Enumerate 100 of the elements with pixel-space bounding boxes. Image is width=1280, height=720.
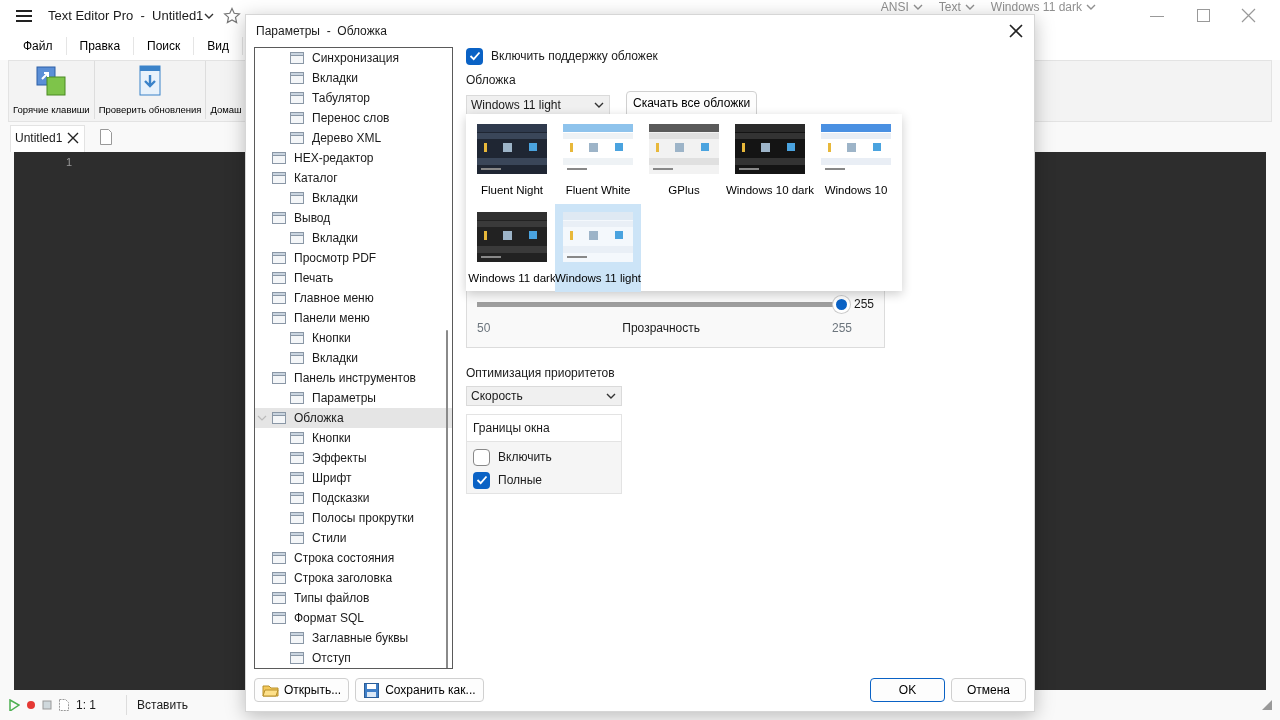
tree-item[interactable]: Каталог xyxy=(255,168,452,189)
tree-item[interactable]: Вкладки xyxy=(255,68,452,89)
dialog-button[interactable]: Сохранить как... xyxy=(355,678,484,703)
slider-value: 255 xyxy=(853,298,874,312)
checkbox[interactable] xyxy=(473,448,490,466)
window-icon xyxy=(271,290,287,307)
skin-option[interactable]: Windows 11 light xyxy=(555,204,641,293)
tree-item[interactable]: Вкладки xyxy=(255,348,452,369)
menu-icon[interactable] xyxy=(16,9,32,23)
tree-item[interactable]: HEX-редактор xyxy=(255,148,452,169)
tree-item[interactable]: Просмотр PDF xyxy=(255,248,452,269)
tree-item[interactable]: Вкладки xyxy=(255,228,452,249)
window-icon xyxy=(289,90,305,107)
window-icon xyxy=(289,350,305,367)
skin-option[interactable]: Fluent Night xyxy=(469,116,555,205)
window-icon xyxy=(289,190,305,207)
skin-option[interactable]: GPlus xyxy=(641,116,727,205)
resize-grip-icon xyxy=(1262,700,1272,710)
tree-item[interactable]: Вкладки xyxy=(255,188,452,209)
skin-option[interactable]: Windows 11 dark xyxy=(469,204,555,293)
tree-item[interactable]: Эффекты xyxy=(255,448,452,469)
ribbon-button[interactable]: Проверить обновления xyxy=(94,61,207,119)
tree-item[interactable]: Формат SQL xyxy=(255,608,452,629)
menu-item[interactable]: Правка xyxy=(66,37,135,55)
window-icon xyxy=(289,110,305,127)
tree-item[interactable]: Печать xyxy=(255,268,452,289)
window-icon xyxy=(271,250,287,267)
tree-item[interactable]: Вывод xyxy=(255,208,452,229)
save-icon xyxy=(363,681,381,699)
ribbon-button[interactable]: Горячие клавиши xyxy=(9,61,95,119)
skin-dropdown-menu[interactable]: Fluent Night Fluent White GPlus Windows 10 dark Windows 10 Windows 11 darkWindows 11 light xyxy=(466,114,902,292)
window-icon xyxy=(289,470,305,487)
tree-item[interactable]: Главное меню xyxy=(255,288,452,309)
chevron-icon[interactable] xyxy=(203,11,216,21)
tree-item[interactable]: Обложка xyxy=(255,408,452,429)
tree-item[interactable]: Отступ xyxy=(255,648,452,669)
scrollbar-thumb[interactable] xyxy=(446,330,448,669)
editor-tab[interactable]: Untitled1 xyxy=(10,125,86,152)
window-icon xyxy=(289,430,305,447)
slider-max: 255 xyxy=(831,320,852,338)
tree-item[interactable]: Кнопки xyxy=(255,428,452,449)
tree-item[interactable]: Стили xyxy=(255,528,452,549)
checkbox[interactable] xyxy=(473,471,490,489)
record-icon[interactable] xyxy=(26,700,36,710)
tree-item[interactable]: Панель инструментов xyxy=(255,368,452,389)
tree-item[interactable]: Строка состояния xyxy=(255,548,452,569)
window-icon xyxy=(271,590,287,607)
window-icon xyxy=(271,150,287,167)
close-icon[interactable] xyxy=(1008,23,1024,40)
tree-item[interactable]: Синхронизация xyxy=(255,48,452,69)
skin-option[interactable]: Fluent White xyxy=(555,116,641,205)
skin-option[interactable]: Windows 10 dark xyxy=(727,116,813,205)
menu-item[interactable]: Вид xyxy=(194,37,244,55)
tree-item[interactable]: Дерево XML xyxy=(255,128,452,149)
tree-item[interactable]: Параметры xyxy=(255,388,452,409)
menu-item[interactable]: Файл xyxy=(10,37,67,55)
chevron-icon xyxy=(912,2,923,11)
tree-item[interactable]: Шрифт xyxy=(255,468,452,489)
window-icon xyxy=(289,50,305,67)
tree-item[interactable]: Перенос слов xyxy=(255,108,452,129)
window-icon xyxy=(271,210,287,227)
tree-item[interactable]: Полосы прокрутки xyxy=(255,508,452,529)
dialog-button[interactable]: Открыть... xyxy=(254,678,350,703)
field-label: Обложка xyxy=(466,72,516,90)
tree-item[interactable]: Кнопки xyxy=(255,328,452,349)
new-tab-icon[interactable] xyxy=(99,128,114,146)
checkmark-icon xyxy=(468,51,481,62)
checkbox[interactable] xyxy=(466,47,483,65)
dialog-button[interactable]: OK xyxy=(870,678,945,703)
priority-select[interactable]: Скорость xyxy=(466,386,622,407)
dialog-title: Параметры - Обложка xyxy=(256,23,387,41)
dialog-button[interactable]: Отмена xyxy=(951,678,1026,703)
window-icon xyxy=(289,390,305,407)
tree-item[interactable]: Заглавные буквы xyxy=(255,628,452,649)
play-icon[interactable] xyxy=(8,699,20,711)
window-icon xyxy=(289,510,305,527)
tree-item[interactable]: Панели меню xyxy=(255,308,452,329)
skin-option[interactable]: Windows 10 xyxy=(813,116,899,205)
download-button[interactable]: Скачать все обложки xyxy=(626,91,758,116)
line-number: 1 xyxy=(64,155,72,170)
hotkeys-icon xyxy=(35,65,68,97)
menu-item[interactable]: Поиск xyxy=(134,37,195,55)
close-icon[interactable] xyxy=(66,131,81,145)
cursor-position: 1: 1 xyxy=(76,697,96,714)
tree-item[interactable]: Строка заголовка xyxy=(255,568,452,589)
tree-item[interactable]: Табулятор xyxy=(255,88,452,109)
window-icon xyxy=(289,630,305,647)
window-icon xyxy=(271,550,287,567)
checkmark-icon xyxy=(475,475,488,486)
window-icon xyxy=(271,310,287,327)
page-icon xyxy=(58,698,70,712)
chevron-icon xyxy=(1086,2,1096,11)
window-icon xyxy=(289,330,305,347)
star-icon[interactable] xyxy=(223,7,242,25)
slider-thumb[interactable] xyxy=(832,296,850,314)
window-icon xyxy=(289,130,305,147)
tree-item[interactable]: Подсказки xyxy=(255,488,452,509)
window-icon xyxy=(289,450,305,467)
tree-item[interactable]: Типы файлов xyxy=(255,588,452,609)
skin-select[interactable]: Windows 11 light xyxy=(466,95,610,116)
